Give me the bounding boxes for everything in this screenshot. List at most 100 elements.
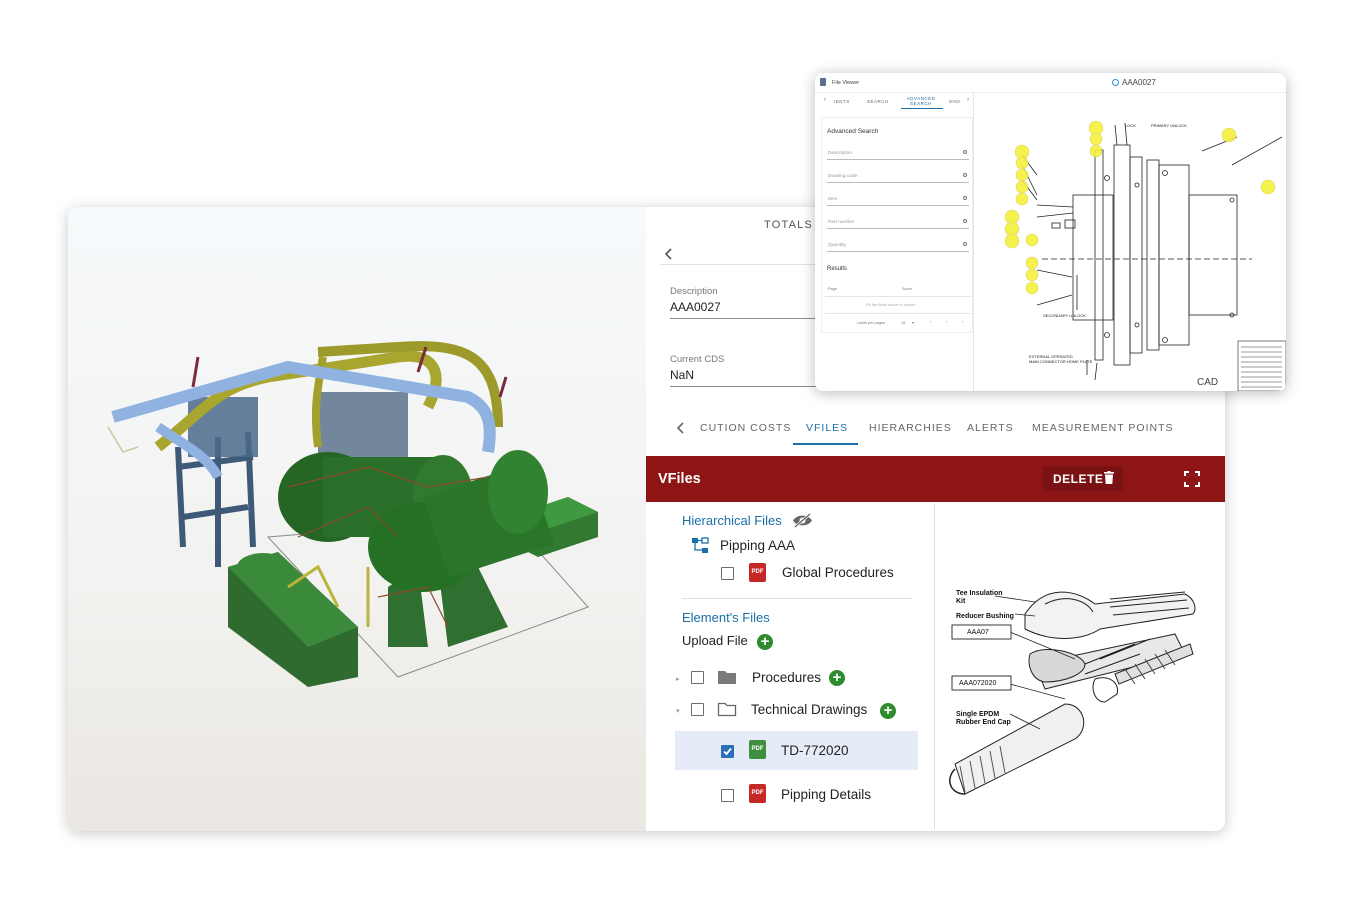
description-placeholder: Description bbox=[828, 151, 852, 156]
search-icon bbox=[963, 150, 967, 154]
results-col-page: Page bbox=[828, 287, 837, 291]
vfiles-header: VFiles DELETE bbox=[646, 456, 1225, 502]
first-page-icon[interactable]: ‹ bbox=[930, 320, 931, 324]
prev-page-icon[interactable]: ‹ bbox=[946, 320, 947, 324]
3d-viewport[interactable] bbox=[68, 207, 646, 831]
advanced-search-title: Advanced Search bbox=[827, 128, 879, 135]
current-cds-field[interactable]: Current CDS NaN bbox=[670, 354, 820, 387]
pipping-details-checkbox[interactable] bbox=[721, 789, 734, 802]
viewer-code: AAA0027 bbox=[1122, 78, 1156, 87]
viewer-tab-left-icon[interactable]: ‹ bbox=[824, 97, 827, 103]
rows-per-page-label: Limits per pages bbox=[857, 321, 885, 325]
cad-drawing[interactable] bbox=[977, 95, 1286, 391]
viewer-tab-bar: ‹ IENTS SEARCH ADVANCED SEARCH SHO › bbox=[815, 93, 977, 111]
file-pipping-details-label[interactable]: Pipping Details bbox=[781, 787, 871, 802]
viewer-tab-right-icon[interactable]: › bbox=[967, 97, 970, 103]
search-item-input[interactable]: Item bbox=[827, 196, 969, 206]
viewer-tab-ients[interactable]: IENTS bbox=[834, 99, 850, 104]
procedures-checkbox[interactable] bbox=[691, 671, 704, 684]
search-description-input[interactable]: Description bbox=[827, 150, 969, 160]
file-preview[interactable]: Tee Insulation Kit Reducer Bushing AAA07… bbox=[935, 504, 1225, 829]
vfiles-title: VFiles bbox=[658, 471, 701, 487]
drawing-label-connector-plate: MAIN CONNECTOR HOME PLATE bbox=[1029, 359, 1093, 364]
quantity-placeholder: Quantity bbox=[828, 243, 846, 248]
label-reducer-bushing: Reducer Bushing bbox=[956, 613, 1014, 620]
fullscreen-icon[interactable] bbox=[1183, 470, 1201, 488]
search-drawing-code-input[interactable]: Drawing code bbox=[827, 173, 969, 183]
viewer-titlebar: File Viewer AAA0027 bbox=[815, 73, 1286, 93]
preview-drawing bbox=[949, 591, 1196, 795]
results-title: Results bbox=[827, 266, 848, 272]
elements-files-title: Element's Files bbox=[682, 610, 770, 625]
description-field[interactable]: Description AAA0027 bbox=[670, 286, 820, 319]
drawing-label-primary-unlock: PRIMARY UNLOCK bbox=[1151, 123, 1187, 128]
collapse-caret-icon[interactable]: ▾ bbox=[676, 707, 680, 715]
document-icon bbox=[820, 78, 826, 86]
tab-vfiles[interactable]: VFILES bbox=[806, 422, 848, 434]
tab-bar: CUTION COSTS VFILES HIERARCHIES ALERTS M… bbox=[646, 413, 1225, 449]
viewer-tab-search[interactable]: SEARCH bbox=[867, 99, 889, 104]
nav-divider bbox=[660, 264, 820, 265]
3d-model bbox=[107, 341, 598, 687]
expand-caret-icon[interactable]: ▸ bbox=[676, 675, 680, 683]
section-divider bbox=[682, 598, 912, 599]
current-cds-label: Current CDS bbox=[670, 354, 725, 365]
viewer-mode-label: CAD bbox=[1197, 377, 1219, 388]
folder-technical-drawings-label[interactable]: Technical Drawings bbox=[751, 702, 867, 717]
viewer-active-tab-indicator bbox=[901, 108, 943, 109]
search-part-number-input[interactable]: Part number bbox=[827, 219, 969, 229]
tab-execution-costs[interactable]: CUTION COSTS bbox=[700, 422, 791, 434]
upload-file-label[interactable]: Upload File bbox=[682, 633, 748, 648]
global-procedures-label[interactable]: Global Procedures bbox=[782, 565, 894, 580]
label-single-epdm: Single EPDM Rubber End Cap bbox=[956, 711, 1011, 726]
next-page-icon[interactable]: › bbox=[962, 320, 963, 324]
technical-drawings-checkbox[interactable] bbox=[691, 703, 704, 716]
tab-measurement-points[interactable]: MEASUREMENT POINTS bbox=[1032, 422, 1174, 434]
technical-drawings-add-icon[interactable]: + bbox=[880, 703, 896, 719]
label-code-1: AAA07 bbox=[967, 629, 989, 636]
check-icon bbox=[723, 747, 732, 756]
procedures-add-icon[interactable]: + bbox=[829, 670, 845, 686]
folder-procedures-label[interactable]: Procedures bbox=[752, 670, 821, 685]
file-viewer-window: File Viewer AAA0027 ‹ IENTS SEARCH ADVAN… bbox=[815, 73, 1286, 391]
drawing-label-lock: LOCK bbox=[1125, 123, 1136, 128]
results-footer-divider bbox=[825, 313, 971, 314]
td-772020-checkbox[interactable] bbox=[721, 745, 734, 758]
viewer-divider bbox=[973, 93, 974, 391]
cad-icon bbox=[1112, 79, 1119, 86]
tab-hierarchies[interactable]: HIERARCHIES bbox=[869, 422, 952, 434]
viewer-title: File Viewer bbox=[832, 80, 860, 86]
hierarchy-node-label[interactable]: Pipping AAA bbox=[720, 538, 795, 553]
tab-alerts[interactable]: ALERTS bbox=[967, 422, 1014, 434]
viewer-tab-advanced-search[interactable]: ADVANCED SEARCH bbox=[903, 96, 939, 106]
folder-open-icon bbox=[717, 702, 737, 717]
pdf-icon: PDF bbox=[749, 563, 766, 582]
results-empty-text: Fill the fields above to search bbox=[866, 303, 916, 307]
search-icon bbox=[963, 242, 967, 246]
viewer-tab-sho[interactable]: SHO bbox=[949, 99, 960, 104]
global-procedures-checkbox[interactable] bbox=[721, 567, 734, 580]
totals-label: TOTALS bbox=[764, 219, 813, 231]
drawing-code-placeholder: Drawing code bbox=[828, 174, 858, 179]
pdf-icon: PDF bbox=[749, 740, 766, 759]
chevron-left-icon[interactable] bbox=[660, 245, 678, 263]
rows-per-page-dropdown-icon[interactable]: ▾ bbox=[912, 320, 914, 325]
part-number-placeholder: Part number bbox=[828, 220, 855, 225]
description-label: Description bbox=[670, 286, 718, 297]
pdf-icon: PDF bbox=[749, 784, 766, 803]
search-quantity-input[interactable]: Quantity bbox=[827, 242, 969, 252]
current-cds-value: NaN bbox=[670, 368, 695, 382]
results-header-divider bbox=[825, 296, 971, 297]
search-icon bbox=[963, 196, 967, 200]
search-icon bbox=[963, 219, 967, 223]
advanced-search-panel: Advanced Search Description Drawing code… bbox=[821, 117, 973, 333]
rows-per-page-select[interactable]: 15 bbox=[901, 321, 905, 325]
hidden-eye-icon[interactable] bbox=[792, 513, 813, 528]
trash-icon bbox=[1104, 471, 1114, 484]
upload-add-icon[interactable]: + bbox=[757, 634, 773, 650]
active-tab-indicator bbox=[793, 443, 858, 445]
tab-scroll-left-icon[interactable] bbox=[674, 421, 688, 435]
file-td-772020-label[interactable]: TD-772020 bbox=[781, 743, 849, 758]
hierarchical-files-title: Hierarchical Files bbox=[682, 513, 782, 528]
delete-button[interactable]: DELETE bbox=[1043, 466, 1123, 491]
